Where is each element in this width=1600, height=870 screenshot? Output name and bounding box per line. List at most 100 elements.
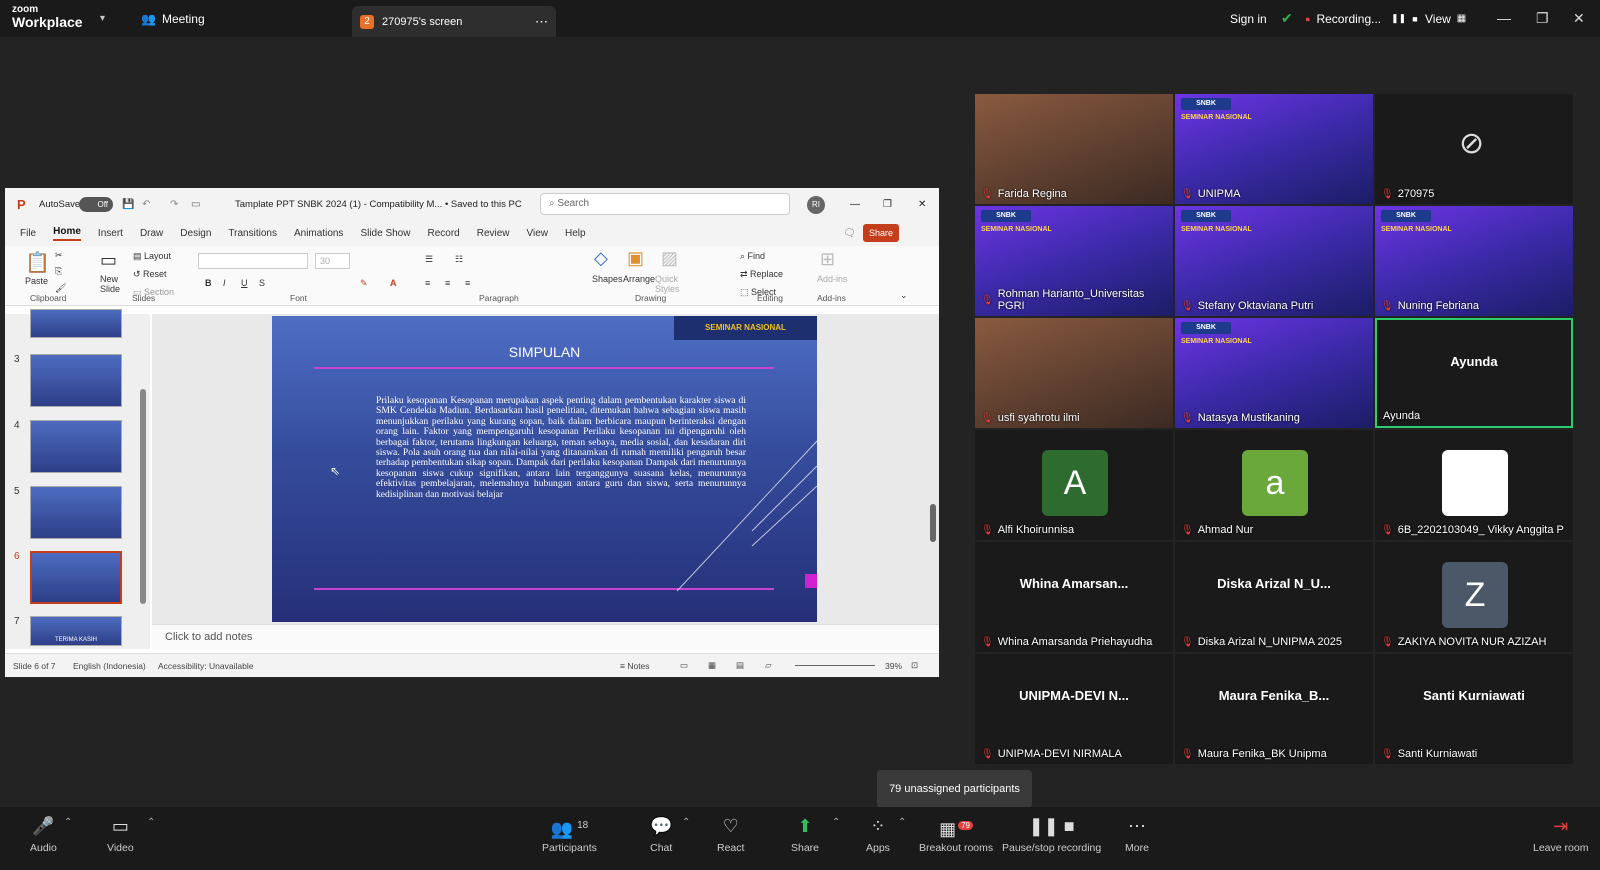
autosave-toggle[interactable]: Off: [79, 197, 113, 212]
language-status[interactable]: English (Indonesia): [73, 661, 146, 671]
recording-indicator[interactable]: ● Recording... ❚❚ ■: [1305, 0, 1418, 37]
more-options-icon[interactable]: ⋯: [535, 14, 548, 30]
bold-icon[interactable]: B: [205, 278, 212, 288]
participant-tile[interactable]: A 🎙 Alfi Khoirunnisa: [975, 430, 1173, 540]
tab-home[interactable]: Home: [53, 226, 81, 241]
tab-insert[interactable]: Insert: [98, 228, 123, 239]
quick-styles-label[interactable]: Quick Styles: [655, 274, 685, 294]
shadow-icon[interactable]: S: [259, 278, 265, 288]
slide-thumbnail-4[interactable]: [30, 420, 122, 473]
layout-button[interactable]: ▤ Layout: [133, 251, 171, 262]
bullets-icon[interactable]: ☰: [425, 254, 433, 265]
audio-options-caret-icon[interactable]: ⌃: [64, 817, 72, 828]
share-screen-button[interactable]: ⬆ Share: [791, 815, 819, 854]
add-ins-icon[interactable]: ⊞: [820, 249, 835, 270]
participant-tile[interactable]: SNBK SEMINAR NASIONAL 🎙 UNIPMA: [1175, 94, 1373, 204]
search-box[interactable]: ⌕ Search: [540, 193, 790, 215]
participant-tile[interactable]: Santi Kurniawati 🎙 Santi Kurniawati: [1375, 654, 1573, 764]
font-color-icon[interactable]: A: [390, 278, 397, 288]
new-slide-icon[interactable]: ▭: [100, 250, 117, 271]
share-button[interactable]: Share: [863, 224, 900, 242]
user-avatar[interactable]: RI: [807, 195, 825, 214]
apps-options-caret-icon[interactable]: ⌃: [898, 817, 906, 828]
close-icon[interactable]: ✕: [918, 199, 926, 210]
share-options-caret-icon[interactable]: ⌃: [832, 817, 840, 828]
chat-options-caret-icon[interactable]: ⌃: [682, 817, 690, 828]
apps-button[interactable]: ⁘ Apps: [866, 815, 890, 854]
font-name-box[interactable]: [198, 253, 308, 269]
slide-sorter-icon[interactable]: ▦: [708, 660, 716, 671]
restore-icon[interactable]: ❐: [883, 199, 892, 210]
slide-thumbnail-7[interactable]: TERIMA KASIH: [30, 616, 122, 646]
shared-screen-tab[interactable]: 2 270975's screen ⋯: [352, 6, 556, 37]
replace-button[interactable]: ⇄ Replace: [740, 269, 783, 280]
participant-tile[interactable]: SNBK SEMINAR NASIONAL 🎙 Rohman Harianto_Uni…: [975, 206, 1173, 316]
video-button[interactable]: ▭ Video: [107, 815, 134, 854]
new-slide-label[interactable]: New Slide: [100, 274, 130, 294]
react-button[interactable]: ♡ React: [717, 815, 744, 854]
save-icon[interactable]: 💾: [122, 199, 134, 210]
italic-icon[interactable]: I: [223, 278, 226, 288]
comments-icon[interactable]: 🗨: [843, 228, 856, 239]
fit-slide-icon[interactable]: ⊡: [911, 660, 918, 671]
sign-in-link[interactable]: Sign in: [1230, 0, 1267, 37]
slide-thumbnail-2[interactable]: [30, 309, 122, 338]
minimize-icon[interactable]: —: [850, 199, 860, 210]
tab-view[interactable]: View: [527, 228, 549, 239]
participant-tile[interactable]: a 🎙 Ahmad Nur: [1175, 430, 1373, 540]
pause-icon[interactable]: ❚❚: [1391, 13, 1406, 24]
tab-design[interactable]: Design: [180, 228, 211, 239]
vertical-scrollbar[interactable]: [930, 504, 936, 542]
cut-icon[interactable]: ✂: [55, 250, 63, 261]
zoom-slider[interactable]: [795, 665, 875, 666]
slide-thumbnail-6[interactable]: [30, 551, 122, 604]
paste-label[interactable]: Paste: [25, 276, 48, 286]
meeting-tab[interactable]: 👥 Meeting: [141, 0, 205, 37]
video-options-caret-icon[interactable]: ⌃: [147, 817, 155, 828]
quick-styles-icon[interactable]: ▨: [661, 248, 678, 269]
slide-thumbnail-5[interactable]: [30, 486, 122, 539]
zoom-level[interactable]: 39%: [885, 661, 902, 671]
participants-button[interactable]: 👥 18 Participants: [542, 815, 597, 854]
chat-button[interactable]: 💬 Chat: [650, 815, 672, 854]
pause-stop-recording-button[interactable]: ❚❚ ■ Pause/stop recording: [1002, 815, 1101, 854]
shapes-icon[interactable]: ◇: [594, 248, 608, 269]
slide-title[interactable]: SIMPULAN: [272, 344, 817, 360]
tab-file[interactable]: File: [20, 228, 36, 239]
underline-icon[interactable]: U: [241, 278, 248, 288]
participant-tile[interactable]: 🎙 6B_2202103049_ Vikky Anggita P: [1375, 430, 1573, 540]
paste-icon[interactable]: 📋: [25, 250, 50, 275]
find-button[interactable]: ⌕ Find: [740, 251, 765, 262]
tab-help[interactable]: Help: [565, 228, 586, 239]
participant-tile[interactable]: Maura Fenika_B... 🎙 Maura Fenika_BK Unipma: [1175, 654, 1373, 764]
participant-tile[interactable]: 🎙 Farida Regina: [975, 94, 1173, 204]
participant-tile[interactable]: SNBK SEMINAR NASIONAL 🎙 Nuning Febriana: [1375, 206, 1573, 316]
participant-tile[interactable]: SNBK SEMINAR NASIONAL 🎙 Natasya Mustikaning: [1175, 318, 1373, 428]
undo-icon[interactable]: ↶: [142, 199, 150, 210]
stop-icon[interactable]: ■: [1412, 14, 1417, 24]
align-center-icon[interactable]: ≡: [445, 278, 450, 288]
presentation-icon[interactable]: ▭: [191, 199, 200, 210]
accessibility-status[interactable]: Accessibility: Unavailable: [158, 661, 253, 671]
arrange-icon[interactable]: ▣: [627, 248, 644, 269]
document-title[interactable]: Tamplate PPT SNBK 2024 (1) - Compatibili…: [235, 199, 522, 210]
tab-draw[interactable]: Draw: [140, 228, 163, 239]
slide-thumbnail-3[interactable]: [30, 354, 122, 407]
thumbnail-scrollbar[interactable]: [140, 389, 146, 604]
shapes-label[interactable]: Shapes: [592, 274, 623, 284]
close-icon[interactable]: ✕: [1573, 10, 1585, 27]
participant-tile[interactable]: Whina Amarsan... 🎙 Whina Amarsanda Priehay…: [975, 542, 1173, 652]
align-right-icon[interactable]: ≡: [465, 278, 470, 288]
notes-pane[interactable]: Click to add notes: [152, 624, 939, 649]
tab-review[interactable]: Review: [477, 228, 510, 239]
highlight-icon[interactable]: ✎: [360, 278, 368, 289]
tab-animations[interactable]: Animations: [294, 228, 343, 239]
participant-tile[interactable]: ⊘ 🎙 270975: [1375, 94, 1573, 204]
slide-canvas[interactable]: SEMINAR NASIONAL SIMPULAN Prilaku kesopa…: [272, 316, 817, 622]
view-button[interactable]: View ▦: [1425, 0, 1466, 37]
tab-record[interactable]: Record: [427, 228, 459, 239]
tab-slide-show[interactable]: Slide Show: [360, 228, 410, 239]
copy-icon[interactable]: ⎘: [55, 266, 62, 277]
participant-tile[interactable]: UNIPMA-DEVI N... 🎙 UNIPMA-DEVI NIRMALA: [975, 654, 1173, 764]
add-ins-label[interactable]: Add-ins: [817, 274, 848, 284]
